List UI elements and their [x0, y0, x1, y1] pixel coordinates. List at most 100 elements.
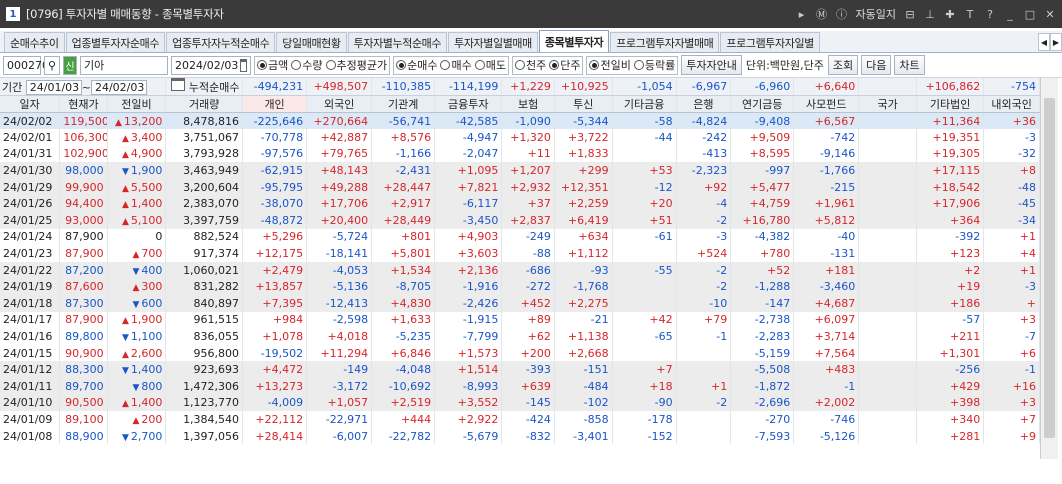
down-arrow-icon	[132, 297, 141, 310]
table-row[interactable]: 24/01/0888,9002,7001,397,056+28,414-6,00…	[0, 427, 1040, 445]
minimize-icon[interactable]: _	[1004, 8, 1016, 21]
table-row[interactable]: 24/01/0989,1002001,384,540+22,112-22,971…	[0, 411, 1040, 428]
radio-amount[interactable]: 금액	[257, 57, 288, 73]
column-header[interactable]: 투신	[554, 95, 613, 113]
tab-scroll-right-icon[interactable]: ▶	[1050, 33, 1062, 51]
tab-0[interactable]: 순매수추이	[4, 32, 65, 52]
play-icon[interactable]: ▸	[796, 8, 808, 21]
radio-buy[interactable]: 매수	[440, 57, 472, 73]
scroll-thumb[interactable]	[1044, 98, 1055, 438]
table-row[interactable]: 24/01/24 87,900 0 882,524 +5,296 -5,724 +801 +4…	[0, 228, 1040, 246]
text-icon[interactable]: T	[964, 8, 976, 21]
tab-8[interactable]: 프로그램투자자일별	[720, 32, 820, 52]
link-icon[interactable]: ⊟	[904, 8, 916, 21]
from-date-input[interactable]: 24/01/03	[25, 79, 82, 95]
investor-value-cell: +42,887	[306, 129, 373, 146]
table-row[interactable]: 24/01/2694,4001,4002,383,070-38,070+17,7…	[0, 195, 1040, 213]
table-row[interactable]: 24/01/1987,600300831,282+13,857-5,136-8,…	[0, 278, 1040, 296]
investor-value-cell: +48,143	[306, 162, 373, 179]
table-row[interactable]: 24/01/1288,3001,400923,693+4,472-149-4,0…	[0, 361, 1040, 378]
table-row[interactable]: 24/01/31102,9004,9003,793,928-97,576+79,…	[0, 145, 1040, 163]
radio-sell[interactable]: 매도	[474, 57, 506, 73]
vertical-scrollbar[interactable]	[1040, 78, 1058, 459]
investor-value-cell: +3,722	[554, 129, 613, 146]
investor-value-cell: +42	[612, 311, 677, 329]
auto-journal-label[interactable]: 자동일지	[856, 6, 896, 22]
column-header[interactable]: 금융투자	[434, 95, 503, 113]
radio-prev-diff[interactable]: 전일비	[589, 57, 631, 73]
stock-code-input[interactable]: 000270	[3, 55, 49, 75]
tab-4[interactable]: 투자자별누적순매수	[347, 32, 448, 52]
tab-6[interactable]: 종목별투자자	[538, 30, 610, 52]
close-icon[interactable]: ✕	[1044, 8, 1056, 21]
column-header[interactable]: 거래량	[165, 95, 244, 113]
column-header[interactable]: 기타법인	[916, 95, 985, 113]
radio-change-rate[interactable]: 등락률	[633, 57, 675, 73]
tab-3[interactable]: 당일매매현황	[276, 32, 347, 52]
tab-5[interactable]: 투자자별일별매매	[448, 32, 538, 52]
column-header[interactable]: 보험	[501, 95, 555, 113]
column-header[interactable]: 개인	[242, 95, 308, 113]
radio-net-buy[interactable]: 순매수	[396, 57, 437, 73]
investor-value-cell: +1,633	[371, 311, 436, 329]
next-button[interactable]: 다음	[861, 55, 892, 75]
radio-avg-price[interactable]: 추정평균가	[325, 57, 387, 73]
tab-scroll-left-icon[interactable]: ◀	[1038, 33, 1050, 51]
radio-thousand-shares[interactable]: 천주	[514, 57, 546, 73]
radio-quantity[interactable]: 수량	[291, 57, 323, 73]
table-row[interactable]: 24/01/1689,8001,100836,055+1,078+4,018-5…	[0, 328, 1040, 345]
tab-1[interactable]: 업종별투자자순매수	[65, 32, 166, 52]
table-row[interactable]: 24/01/1090,5001,4001,123,770-4,009+1,057…	[0, 394, 1040, 412]
column-header[interactable]: 사모펀드	[793, 95, 860, 113]
column-header[interactable]: 현재가	[59, 95, 108, 113]
column-header[interactable]: 기타금융	[612, 95, 677, 113]
table-row[interactable]: 24/01/2593,0005,1003,397,759-48,872+20,4…	[0, 212, 1040, 229]
table-row[interactable]: 24/02/01106,3003,4003,751,067-70,778+42,…	[0, 129, 1040, 146]
investor-value-cell: -61	[612, 228, 677, 246]
info-icon[interactable]: ⓘ	[836, 6, 848, 22]
table-row[interactable]: 24/01/2287,2004001,060,021+2,479-4,053+1…	[0, 261, 1040, 279]
date-input[interactable]: 2024/02/03	[171, 55, 251, 75]
investor-value-cell: -2,598	[306, 311, 373, 329]
cumulative-value	[858, 78, 918, 96]
investor-value-cell: -1,090	[501, 112, 555, 130]
table-row[interactable]: 24/01/3098,0001,9003,463,949-62,915+48,1…	[0, 162, 1040, 179]
search-icon[interactable]: ⚲	[44, 55, 60, 75]
to-date-input[interactable]: 24/02/03	[90, 79, 147, 95]
table-row[interactable]: 24/01/1189,7008001,472,306+13,273-3,172-…	[0, 378, 1040, 395]
tab-2[interactable]: 업종투자자누적순매수	[166, 32, 276, 52]
table-row[interactable]: 24/01/2387,900700917,374+12,175-18,141+5…	[0, 245, 1040, 262]
column-header[interactable]: 연기금등	[730, 95, 795, 113]
column-header[interactable]: 내외국인	[983, 95, 1040, 113]
radio-single-shares[interactable]: 단주	[549, 57, 580, 73]
calendar-icon[interactable]	[171, 78, 186, 91]
table-row[interactable]: 24/01/2999,9005,5003,200,604-95,795+49,2…	[0, 178, 1040, 196]
column-header[interactable]: 은행	[676, 95, 732, 113]
calendar-icon[interactable]	[240, 58, 247, 72]
investor-value-cell: -6,007	[306, 427, 373, 445]
column-header[interactable]: 국가	[858, 95, 918, 113]
pin-icon[interactable]: ✚	[944, 8, 956, 21]
investor-value-cell: -1,288	[730, 278, 795, 296]
table-row[interactable]: 24/01/1787,9001,900961,515+984-2,598+1,6…	[0, 311, 1040, 329]
help-icon[interactable]: ?	[984, 8, 996, 21]
minimize-list-icon[interactable]: ⊥	[924, 8, 936, 21]
investor-value-cell: -256	[916, 361, 985, 378]
chart-button[interactable]: 차트	[894, 55, 925, 75]
column-header[interactable]: 전일비	[107, 95, 167, 113]
investor-value-cell: -7,593	[730, 427, 795, 445]
table-row[interactable]: 24/01/1590,9002,600956,800-19,502+11,294…	[0, 344, 1040, 362]
query-button[interactable]: 조회	[827, 55, 859, 75]
investor-guide-button[interactable]: 투자자안내	[681, 55, 742, 75]
maximize-icon[interactable]: □	[1024, 8, 1036, 21]
table-row[interactable]: 24/01/1887,300600840,897+7,395-12,413+4,…	[0, 295, 1040, 312]
column-header[interactable]: 일자	[0, 95, 61, 113]
tab-7[interactable]: 프로그램투자자별매매	[610, 32, 720, 52]
investor-value-cell: +1,301	[916, 344, 985, 362]
column-header[interactable]: 외국인	[306, 95, 373, 113]
table-row[interactable]: 24/02/02119,50013,2008,478,816-225,646+2…	[0, 112, 1040, 130]
investor-value-cell: +181	[793, 261, 860, 279]
m-icon[interactable]: Ⓜ	[816, 6, 828, 22]
investor-value-cell: +6,419	[554, 212, 613, 229]
column-header[interactable]: 기관계	[371, 95, 436, 113]
